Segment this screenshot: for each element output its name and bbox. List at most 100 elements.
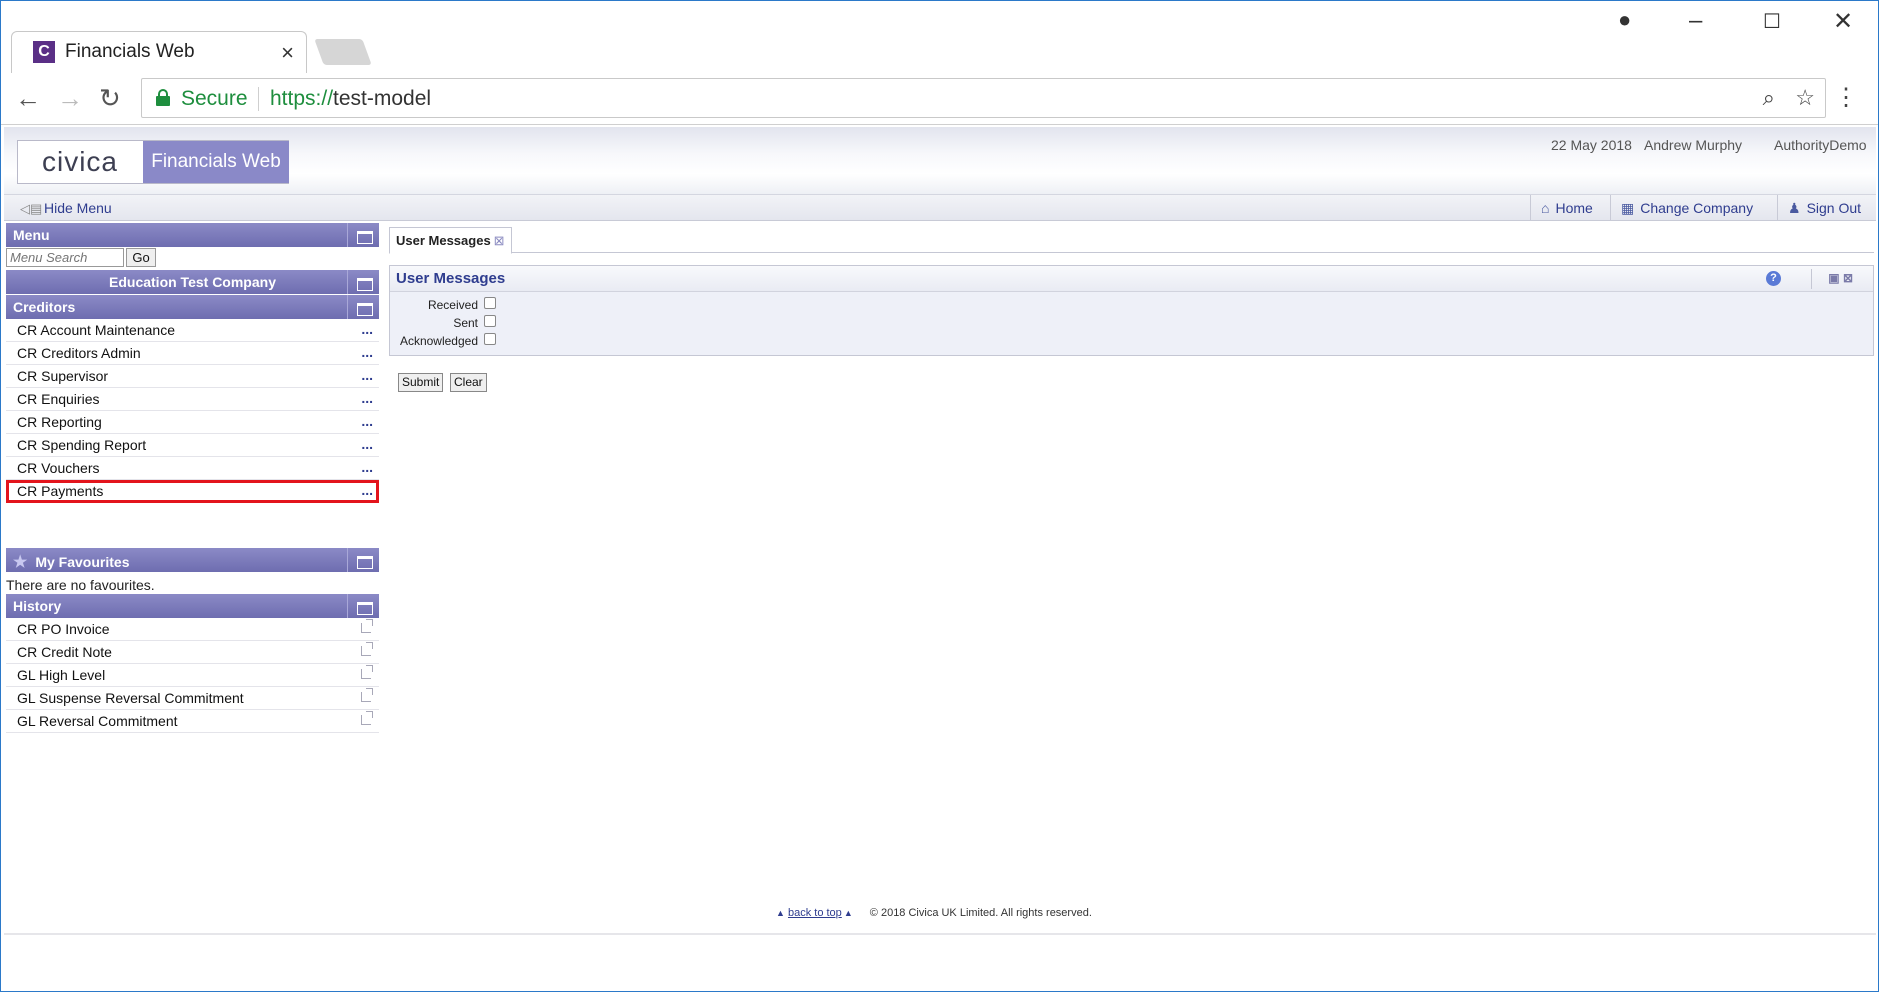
minimize-icon[interactable]: – [1689,7,1702,35]
logo-brand: civica [41,146,118,177]
maximize-icon[interactable]: ☐ [1763,9,1781,34]
clear-button[interactable]: Clear [450,373,487,392]
menu-item[interactable]: CR Vouchers... [6,457,379,480]
open-window-icon[interactable] [361,619,373,633]
menu-item-label: CR Spending Report [17,437,147,453]
home-icon: ⌂ [1541,200,1550,216]
more-dots-icon[interactable]: ... [361,482,373,498]
more-dots-icon[interactable]: ... [361,390,373,406]
sent-checkbox[interactable] [484,315,496,327]
address-bar[interactable]: Secure https://test-model ⌕ ☆ [141,78,1826,118]
open-window-icon[interactable] [361,688,373,702]
more-dots-icon[interactable]: ... [361,367,373,383]
tab-user-messages[interactable]: User Messages ⊠ [389,227,512,254]
new-tab-button[interactable] [314,39,372,65]
favourites-toggle-icon[interactable] [347,548,379,572]
sign-out-link[interactable]: ♟ Sign Out [1777,195,1869,220]
home-label: Home [1555,200,1593,216]
open-window-icon[interactable] [361,665,373,679]
sent-label: Sent [453,316,478,330]
more-dots-icon[interactable]: ... [361,413,373,429]
received-label: Received [427,298,478,312]
header-authority: AuthorityDemo [1774,137,1867,153]
tab-close-icon[interactable]: × [281,40,294,66]
civica-favicon-icon: C [33,41,55,63]
menu-item[interactable]: CR Enquiries... [6,388,379,411]
menu-item[interactable]: CR Reporting... [6,411,379,434]
more-dots-icon[interactable]: ... [361,459,373,475]
field-acknowledged: Acknowledged [390,331,1873,349]
creditors-header: Creditors [6,295,379,319]
header-date: 22 May 2018 [1551,137,1632,153]
user-signout-icon: ♟ [1788,200,1801,216]
menu-item[interactable]: CR Creditors Admin... [6,342,379,365]
menu-item-label: CR Enquiries [17,391,100,407]
url-host: test-model [333,87,432,110]
menu-item-cr-payments[interactable]: CR Payments... [6,480,379,503]
forward-arrow-icon[interactable]: → [57,83,83,114]
back-arrow-icon[interactable]: ← [15,83,41,114]
menu-item-label: CR Vouchers [17,460,100,476]
history-item[interactable]: CR PO Invoice [6,618,379,641]
open-window-icon[interactable] [361,642,373,656]
panel-close-icon[interactable]: ⊠ [1843,271,1853,285]
help-icon[interactable]: ? [1766,271,1781,286]
home-link[interactable]: ⌂ Home [1530,195,1601,220]
company-toggle-icon[interactable] [347,270,379,294]
panel-restore-icon[interactable]: ▣ [1828,271,1839,285]
creditors-title: Creditors [13,299,76,315]
menu-item[interactable]: CR Spending Report... [6,434,379,457]
field-received: Received [390,295,1873,313]
history-item[interactable]: GL High Level [6,664,379,687]
close-window-icon[interactable]: ✕ [1833,7,1853,36]
change-company-link[interactable]: ▦ Change Company [1610,195,1761,220]
menu-spacer [6,503,379,548]
history-item[interactable]: GL Reversal Commitment [6,710,379,733]
history-toggle-icon[interactable] [347,594,379,618]
hide-menu-icon: ◁▤ [20,201,43,216]
bookmark-star-icon[interactable]: ☆ [1795,85,1815,111]
hide-menu-button[interactable]: ◁▤ Hide Menu [20,200,112,217]
creditors-toggle-icon[interactable] [347,295,379,319]
menu-item-label: CR Account Maintenance [17,322,175,338]
acknowledged-checkbox[interactable] [484,333,496,345]
browser-tab[interactable]: C Financials Web × [11,31,307,73]
open-window-icon[interactable] [361,711,373,725]
menu-search-input[interactable] [6,248,124,267]
tab-strip: C Financials Web × ● – ☐ ✕ [1,1,1878,73]
history-item-label: CR Credit Note [17,644,112,660]
up-arrow-icon: ▲ [776,908,785,918]
zoom-icon[interactable]: ⌕ [1763,85,1775,111]
history-title: History [13,598,62,614]
history-item-label: GL Suspense Reversal Commitment [17,690,244,706]
reload-icon[interactable]: ↻ [99,83,121,114]
acknowledged-label: Acknowledged [399,334,478,348]
submit-button[interactable]: Submit [398,373,444,392]
menu-item[interactable]: CR Account Maintenance... [6,319,379,342]
favourites-title: My Favourites [35,554,130,570]
history-item[interactable]: GL Suspense Reversal Commitment [6,687,379,710]
menu-toggle-icon[interactable] [347,223,379,247]
profile-icon[interactable]: ● [1618,7,1631,33]
panel-window-controls: ▣ ⊠ [1828,271,1853,285]
field-sent: Sent [390,313,1873,331]
user-messages-header: User Messages ? ▣ ⊠ [390,266,1873,292]
menu-item[interactable]: CR Supervisor... [6,365,379,388]
more-dots-icon[interactable]: ... [361,344,373,360]
history-item[interactable]: CR Credit Note [6,641,379,664]
received-checkbox[interactable] [484,297,496,309]
tab-title: Financials Web [65,41,195,62]
tab-close-icon[interactable]: ⊠ [494,233,505,248]
more-dots-icon[interactable]: ... [361,321,373,337]
header-user: Andrew Murphy [1644,137,1743,153]
more-dots-icon[interactable]: ... [361,436,373,452]
header-separator [1811,269,1812,289]
history-item-label: CR PO Invoice [17,621,110,637]
menu-title: Menu [13,227,50,243]
menu-search-row: Go [6,247,379,269]
sign-out-label: Sign Out [1806,200,1862,216]
url-text[interactable]: https://test-model [270,87,431,111]
browser-menu-icon[interactable]: ⋮ [1834,83,1858,112]
back-to-top-link[interactable]: back to top [788,907,842,919]
menu-go-button[interactable]: Go [126,248,156,267]
